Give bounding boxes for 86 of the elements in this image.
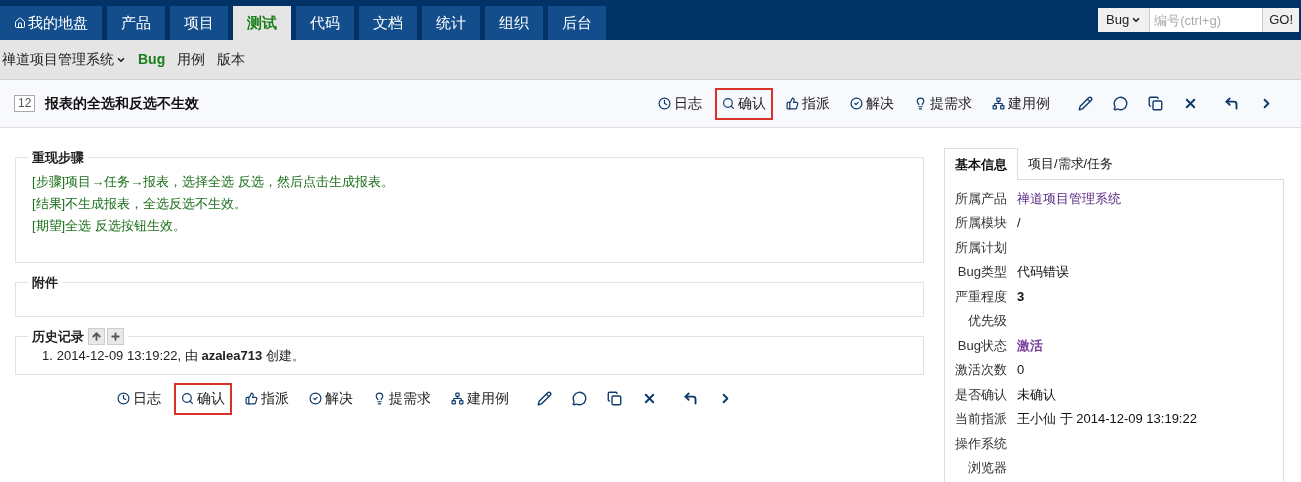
sitemap-icon (450, 392, 464, 405)
nav-tab[interactable]: 项目 (170, 6, 228, 40)
field-label: 所属产品 (955, 189, 1007, 208)
field-value: 王小仙 于 2014-12-09 13:19:22 (1017, 410, 1197, 428)
action-button[interactable]: 提需求 (907, 87, 979, 120)
edit-icon (536, 391, 552, 406)
search-icon (722, 97, 735, 110)
action-button[interactable]: 日志 (109, 382, 168, 415)
step-text: [结果]不生成报表，全选反选不生效。 (32, 195, 249, 212)
nav-tab[interactable]: 测试 (233, 6, 291, 40)
thumbs-up-icon (244, 392, 258, 405)
nav-tab[interactable]: 组织 (485, 6, 543, 40)
edit-icon (1078, 96, 1093, 111)
field-value: 代码错误 (1017, 263, 1069, 281)
product-dropdown[interactable]: 禅道项目管理系统 (2, 49, 126, 70)
field-label: 优先级 (967, 312, 1007, 330)
lightbulb-icon (914, 97, 927, 110)
nav-tab[interactable]: 代码 (296, 6, 354, 40)
back-icon (682, 391, 698, 406)
thumbs-up-icon (786, 97, 799, 110)
sidebar-tab[interactable]: 基本信息 (944, 148, 1018, 180)
check-circle-icon (308, 392, 322, 405)
nav-tab[interactable]: 统计 (422, 6, 480, 40)
sub-nav-item[interactable]: Bug (138, 49, 166, 70)
nav-tab[interactable]: 后台 (548, 6, 606, 40)
list-number: 1. (42, 347, 53, 365)
arrow-up-icon (91, 330, 102, 342)
nav-tab[interactable]: 文档 (359, 6, 417, 40)
field-label: Bug状态 (956, 336, 1007, 355)
section-title: 附件 (31, 273, 59, 292)
field-link[interactable]: 禅道项目管理系统 (1017, 188, 1121, 208)
search-icon (180, 392, 194, 405)
field-label: Bug类型 (956, 263, 1007, 281)
action-button[interactable]: 日志 (651, 87, 709, 120)
action-button[interactable]: 建用例 (985, 87, 1057, 120)
collapse-button[interactable] (88, 327, 105, 345)
clock-icon (116, 392, 130, 405)
field-label: 严重程度 (955, 287, 1007, 306)
expand-button[interactable] (107, 327, 124, 345)
field-label: 所属模块 (955, 214, 1007, 232)
sitemap-icon (992, 97, 1005, 110)
action-button[interactable]: 指派 (237, 382, 296, 415)
field-value: 3 (1017, 287, 1025, 306)
go-button[interactable]: GO! (1262, 8, 1299, 32)
back-icon (1224, 96, 1239, 111)
section-title: 重现步骤 (31, 149, 85, 167)
step-text: [步骤]项目→任务→报表，选择全选 反选，然后点击生成报表。 (32, 173, 395, 190)
action-button[interactable]: 解决 (301, 382, 360, 415)
plus-icon (110, 330, 121, 342)
comment-icon (571, 391, 587, 406)
sidebar-tab[interactable]: 项目/需求/任务 (1018, 148, 1124, 180)
copy-icon (1148, 96, 1163, 111)
nav-tab[interactable]: 我的地盘 (0, 6, 102, 40)
action-button[interactable]: 指派 (779, 87, 837, 120)
sub-nav-item[interactable]: 版本 (217, 49, 246, 70)
step-text: [期望]全选 反选按钮生效。 (32, 217, 187, 234)
field-label: 操作系统 (955, 434, 1007, 453)
check-circle-icon (850, 97, 863, 110)
nav-tab[interactable]: 产品 (107, 6, 165, 40)
field-value: 未确认 (1017, 385, 1056, 404)
copy-icon (606, 391, 622, 406)
field-value: 激活 (1017, 336, 1043, 355)
field-value: / (1017, 214, 1021, 232)
sub-nav-item[interactable]: 用例 (177, 49, 206, 70)
section-title: 历史记录 (32, 327, 84, 346)
field-label: 浏览器 (967, 459, 1007, 477)
action-button[interactable]: 提需求 (365, 382, 438, 415)
clock-icon (658, 97, 671, 110)
bug-title: 报表的全选和反选不生效 (45, 94, 200, 113)
field-label: 是否确认 (955, 385, 1007, 404)
action-button[interactable]: 确认 (173, 382, 232, 415)
history-entry: 2014-12-09 13:19:22, 由 azalea713 创建。 (56, 347, 305, 365)
field-label: 所属计划 (955, 238, 1007, 257)
home-icon (14, 17, 26, 29)
field-label: 激活次数 (955, 361, 1007, 379)
action-button[interactable]: 建用例 (443, 382, 516, 415)
bug-id-badge: 12 (14, 95, 36, 112)
action-button[interactable]: 确认 (715, 87, 773, 120)
action-button[interactable]: 解决 (843, 87, 901, 120)
close-icon (1183, 96, 1198, 111)
comment-icon (1113, 96, 1128, 111)
search-type-dropdown[interactable]: Bug (1098, 8, 1151, 32)
caret-icon (1131, 15, 1142, 25)
field-value: 0 (1017, 361, 1025, 379)
field-label: 当前指派 (955, 410, 1007, 428)
search-field[interactable]: 编号(ctrl+g) (1150, 8, 1263, 32)
